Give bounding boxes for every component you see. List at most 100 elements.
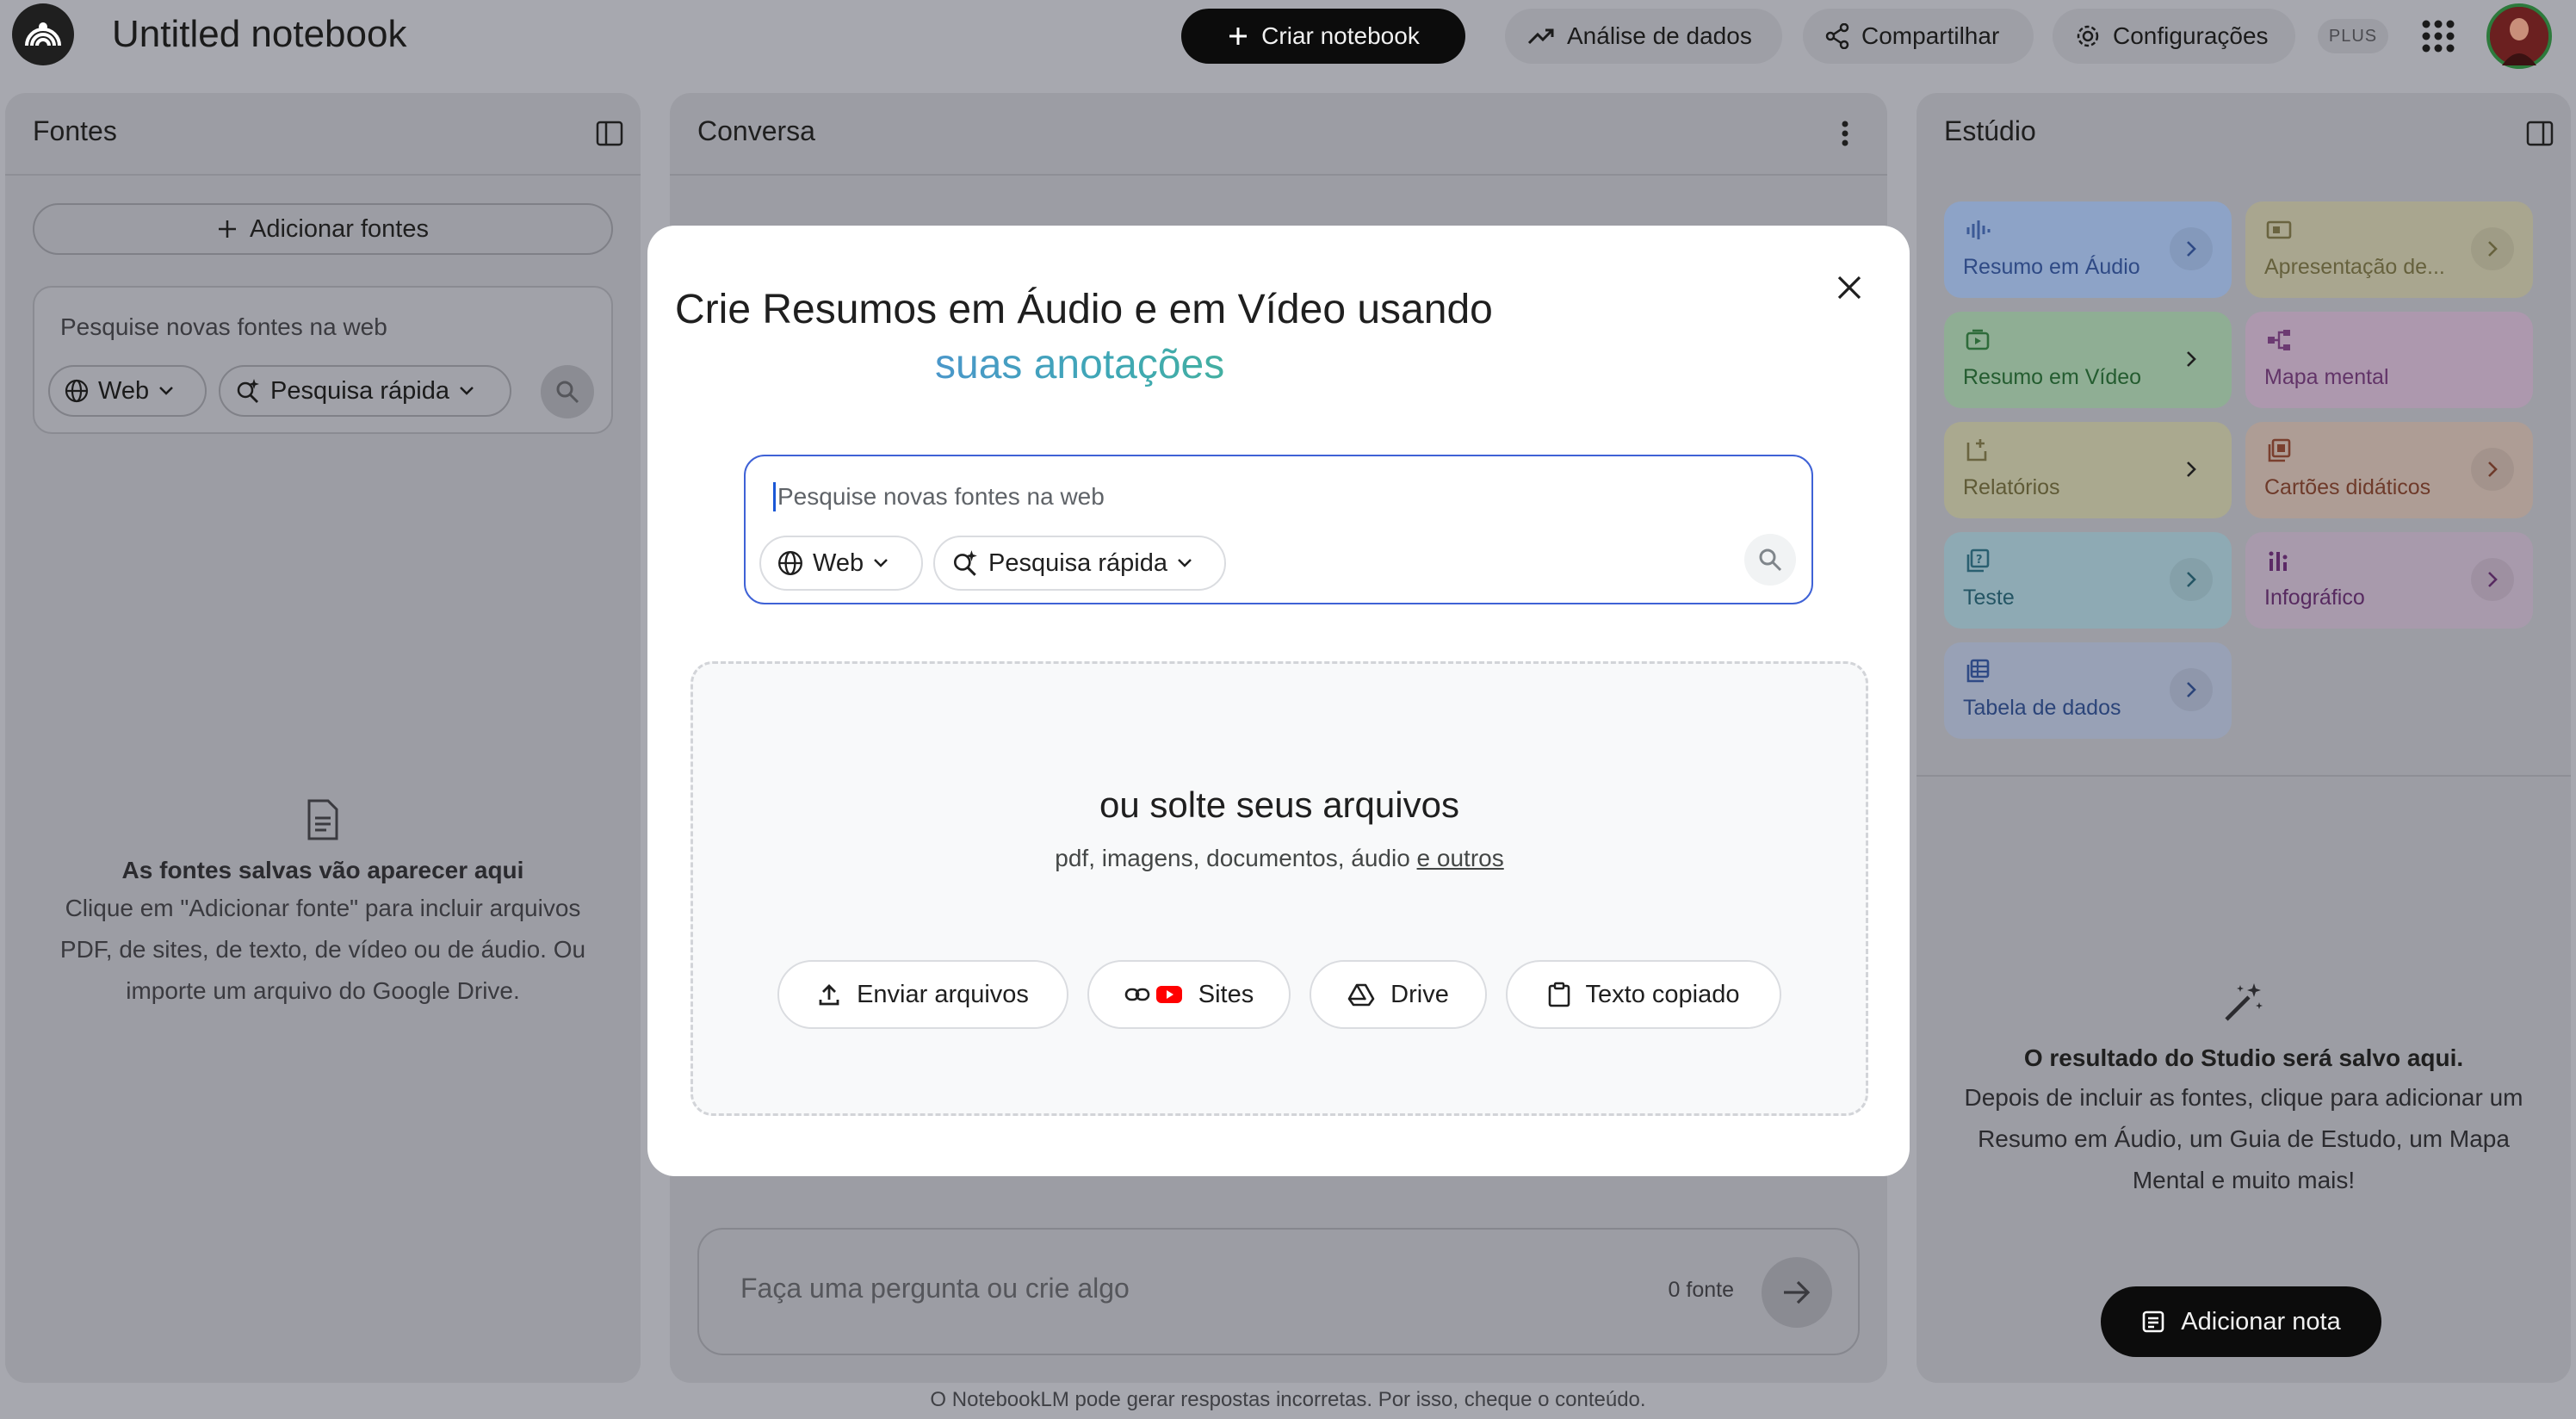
chevron-down-icon	[1176, 557, 1193, 569]
close-dialog-button[interactable]	[1827, 265, 1872, 310]
share-icon	[1825, 23, 1849, 49]
upload-files-button[interactable]: Enviar arquivos	[777, 960, 1068, 1029]
slides-icon	[2264, 215, 2294, 245]
chat-input-box[interactable]: Faça uma pergunta ou crie algo 0 fonte	[697, 1228, 1860, 1355]
youtube-icon	[1155, 984, 1183, 1005]
note-icon	[2141, 1310, 2165, 1334]
flashcards-icon	[2264, 436, 2294, 465]
dialog-title: Crie Resumos em Áudio e em Vídeo usando …	[675, 282, 1536, 393]
audio-wave-icon	[1963, 215, 1992, 245]
studio-divider	[1917, 775, 2571, 777]
chevron-right-icon[interactable]	[2471, 558, 2514, 601]
dialog-title-line2: suas anotações	[675, 338, 1536, 393]
add-note-button[interactable]: Adicionar nota	[2101, 1286, 2381, 1357]
sources-empty-title: As fontes salvas vão aparecer aqui	[121, 857, 524, 883]
add-note-label: Adicionar nota	[2181, 1307, 2341, 1335]
studio-card-infographic[interactable]: Infográfico	[2245, 532, 2533, 629]
chevron-down-icon	[458, 385, 475, 397]
chevron-right-icon[interactable]	[2170, 227, 2213, 270]
studio-header: Estúdio	[1917, 93, 2571, 174]
sources-header: Fontes	[5, 93, 641, 176]
drop-zone-title: ou solte seus arquivos	[1099, 784, 1459, 825]
mode-chip-label: Pesquisa rápida	[270, 376, 449, 405]
link-icon	[1124, 986, 1150, 1003]
studio-panel: Estúdio Resumo em Áudio Apresentação de.…	[1917, 93, 2571, 1383]
source-count: 0 fonte	[1668, 1278, 1734, 1302]
sites-button[interactable]: Sites	[1087, 960, 1291, 1029]
notebooklm-logo[interactable]	[12, 3, 74, 65]
user-avatar[interactable]	[2486, 3, 2552, 69]
dialog-web-label: Web	[813, 548, 864, 577]
data-analysis-label: Análise de dados	[1567, 22, 1752, 49]
upload-files-label: Enviar arquivos	[857, 980, 1029, 1008]
collapse-panel-icon[interactable]	[596, 121, 623, 146]
web-source-dropdown[interactable]: Web	[48, 365, 207, 417]
studio-card-presentation[interactable]: Apresentação de...	[2245, 201, 2533, 298]
chat-header: Conversa	[670, 93, 1887, 176]
paste-text-button[interactable]: Texto copiado	[1506, 960, 1781, 1029]
share-button[interactable]: Compartilhar	[1803, 9, 2034, 64]
collapse-panel-icon[interactable]	[2526, 121, 2554, 146]
dialog-search-submit[interactable]	[1744, 534, 1796, 586]
dialog-web-search: Pesquise novas fontes na web Web Pesquis…	[744, 455, 1813, 604]
studio-card-quiz[interactable]: ? Teste	[1944, 532, 2232, 629]
studio-card-mind-map[interactable]: Mapa mental	[2245, 312, 2533, 408]
source-search-input[interactable]: Pesquise novas fontes na web	[60, 313, 387, 341]
add-sources-dialog: Crie Resumos em Áudio e em Vídeo usando …	[647, 226, 1910, 1176]
chevron-right-icon[interactable]	[2471, 227, 2514, 270]
studio-card-flashcards[interactable]: Cartões didáticos	[2245, 422, 2533, 518]
settings-label: Configurações	[2113, 22, 2269, 49]
drive-button[interactable]: Drive	[1310, 960, 1487, 1029]
quiz-icon: ?	[1963, 546, 1992, 575]
globe-icon	[777, 549, 804, 577]
close-icon	[1836, 274, 1863, 301]
file-drop-zone[interactable]: ou solte seus arquivos pdf, imagens, doc…	[690, 661, 1868, 1116]
disclaimer-text: O NotebookLM pode gerar respostas incorr…	[930, 1388, 1646, 1411]
chevron-right-icon[interactable]	[2471, 448, 2514, 491]
card-label: Mapa mental	[2264, 365, 2389, 389]
sparkle-search-icon	[951, 548, 980, 578]
chevron-right-icon[interactable]	[2170, 448, 2213, 491]
card-label: Relatórios	[1963, 475, 2060, 499]
chevron-right-icon[interactable]	[2170, 338, 2213, 381]
drop-zone-subtitle: pdf, imagens, documentos, áudio e outros	[693, 845, 1866, 872]
video-icon	[1963, 325, 1992, 355]
studio-card-reports[interactable]: Relatórios	[1944, 422, 2232, 518]
settings-button[interactable]: Configurações	[2053, 9, 2295, 64]
card-label: Resumo em Áudio	[1963, 255, 2140, 279]
apps-grid-icon[interactable]	[2419, 17, 2457, 55]
gear-icon	[2075, 23, 2101, 49]
add-sources-label: Adicionar fontes	[250, 214, 429, 243]
arrow-right-icon	[1781, 1279, 1812, 1306]
chevron-right-icon[interactable]	[2170, 558, 2213, 601]
plan-badge: PLUS	[2318, 19, 2388, 53]
dialog-mode-label: Pesquisa rápida	[988, 548, 1167, 577]
dialog-search-input[interactable]: Pesquise novas fontes na web	[773, 482, 1105, 511]
search-icon	[554, 379, 580, 405]
mind-map-icon	[2264, 325, 2294, 355]
more-types-link[interactable]: e outros	[1417, 845, 1504, 871]
dialog-mode-dropdown[interactable]: Pesquisa rápida	[933, 536, 1226, 591]
studio-card-data-table[interactable]: Tabela de dados	[1944, 642, 2232, 739]
chevron-right-icon[interactable]	[2170, 668, 2213, 711]
more-vert-icon[interactable]	[1841, 119, 1849, 148]
sources-title: Fontes	[33, 115, 117, 146]
send-button[interactable]	[1762, 1257, 1832, 1328]
studio-title: Estúdio	[1944, 115, 2036, 146]
search-mode-dropdown[interactable]: Pesquisa rápida	[219, 365, 511, 417]
notebook-title[interactable]: Untitled notebook	[112, 10, 406, 59]
chevron-down-icon	[872, 557, 889, 569]
dialog-web-dropdown[interactable]: Web	[759, 536, 923, 591]
avatar-image	[2490, 7, 2548, 65]
studio-card-audio-overview[interactable]: Resumo em Áudio	[1944, 201, 2232, 298]
report-icon	[1963, 436, 1992, 465]
drop-zone-types: pdf, imagens, documentos, áudio	[1055, 845, 1410, 871]
web-chip-label: Web	[98, 376, 150, 405]
create-notebook-button[interactable]: Criar notebook	[1181, 9, 1465, 64]
web-source-search: Pesquise novas fontes na web Web Pesquis…	[33, 286, 613, 434]
studio-card-video-overview[interactable]: Resumo em Vídeo	[1944, 312, 2232, 408]
data-analysis-button[interactable]: Análise de dados	[1505, 9, 1782, 64]
add-sources-button[interactable]: Adicionar fontes	[33, 203, 613, 255]
source-search-submit[interactable]	[541, 365, 594, 418]
upload-icon	[817, 982, 841, 1007]
